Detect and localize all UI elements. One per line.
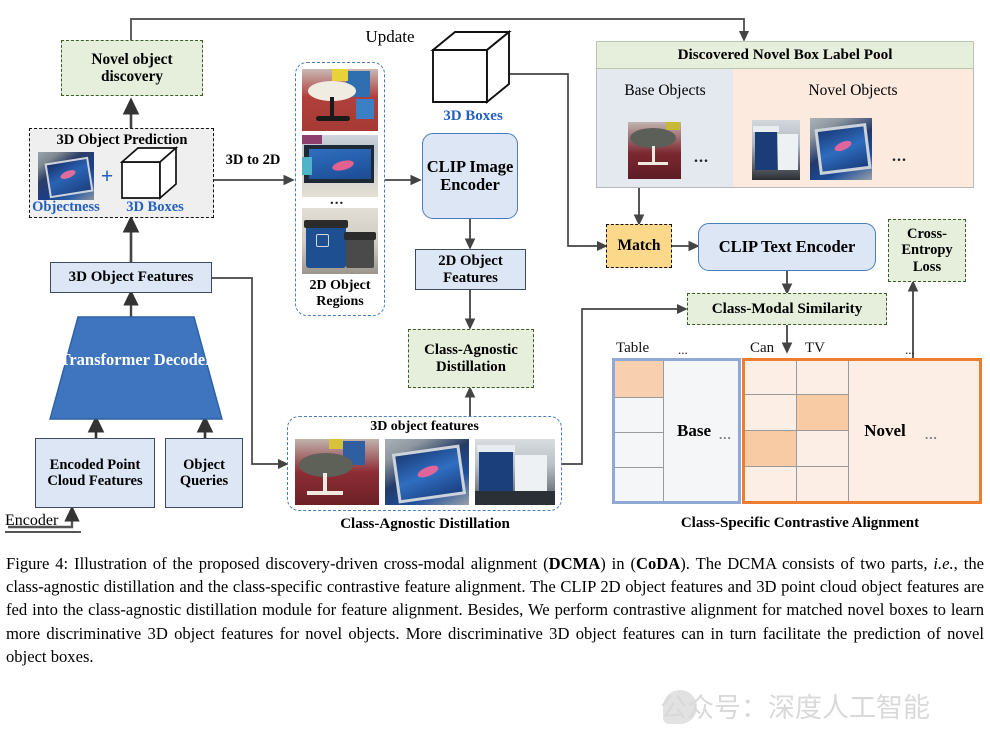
update-label: Update [365,27,415,47]
novel-matrix-label: Novel [864,421,906,441]
objectness-label: Objectness [32,198,100,215]
novel-matrix-cell-highlight-2 [745,430,796,466]
figure-diagram: Update Novel object discovery 3D Object … [0,0,990,545]
3d-boxes-cube-top [430,29,512,105]
3d-object-features-box[interactable]: 3D Object Features [50,262,212,293]
novel-matrix-gridline-v1 [796,361,797,501]
matrix-col-label-tv: TV [805,340,825,356]
novel-objects-ellipsis: ... [892,148,907,165]
region-image-table [302,69,378,131]
matrix-col-label-novel-ellipsis: ... [905,342,915,357]
base-matrix-cell-highlight [615,361,663,397]
class-agnostic-distillation-caption: Class-Agnostic Distillation [340,515,510,532]
matrix-col-label-table: Table [616,340,650,356]
feature-image-table [295,439,379,505]
class-specific-caption: Class-Specific Contrastive Alignment [680,514,920,531]
base-matrix-gridline-v [663,361,664,501]
objectness-pointcloud-image [38,152,94,200]
watermark-text: 公众号：深度人工智能 [660,693,930,724]
3d-box-cube-inner [119,146,179,200]
novel-matrix-gridline-h1 [745,394,848,395]
base-matrix-label: Base [677,421,711,441]
region-image-bin [302,208,378,274]
2d-object-features-box[interactable]: 2D Object Features [415,249,526,290]
object-queries-box[interactable]: Object Queries [165,438,243,508]
encoder-label: Encoder [5,511,81,533]
figure-caption: Figure 4: Illustration of the proposed d… [6,554,985,666]
3d-to-2d-label: 3D to 2D [225,151,281,168]
base-objects-label: Base Objects [624,82,706,100]
base-objects-ellipsis: ... [694,149,709,166]
3d-object-features-panel-title: 3D object features [370,419,479,435]
novel-matrix-ellipsis: ... [925,427,938,442]
2d-object-regions-label: 2D Object Regions [309,278,371,309]
novel-matrix-cell-highlight-1 [796,394,848,430]
base-object-image-table [628,122,681,179]
transformer-decoder-label: Transformer Decoder [59,349,213,369]
novel-objects-label: Novel Objects [808,82,898,100]
novel-object-image-monitor [810,118,872,180]
matrix-col-label-can: Can [750,340,775,356]
3d-boxes-label-inner: 3D Boxes [126,198,184,215]
encoded-point-cloud-features-box[interactable]: Encoded Point Cloud Features [35,438,155,508]
clip-text-encoder-box[interactable]: CLIP Text Encoder [698,223,876,271]
class-agnostic-distillation-box[interactable]: Class-Agnostic Distillation [408,329,534,388]
feature-image-monitor [385,439,469,505]
base-matrix-gridline-h2 [615,432,663,433]
novel-matrix-gridline-h3 [745,466,848,467]
watermark-logo-icon [663,690,697,724]
base-matrix-ellipsis: ... [719,427,732,442]
clip-image-encoder-box[interactable]: CLIP Image Encoder [422,133,518,219]
novel-matrix-gridline-v2 [848,361,849,501]
label-pool-title: Discovered Novel Box Label Pool [596,41,974,69]
prediction-plus-sign: + [100,162,114,188]
novel-object-discovery-box[interactable]: Novel object discovery [61,40,203,96]
novel-object-image-bin [752,120,800,180]
matrix-col-label-base-ellipsis: ... [678,342,688,357]
base-matrix-gridline-h1 [615,397,663,398]
region-image-monitor [302,135,378,197]
base-matrix-gridline-h3 [615,467,663,468]
3d-boxes-label-top: 3D Boxes [443,107,503,124]
feature-image-bin [475,439,555,505]
match-box[interactable]: Match [606,224,672,268]
novel-matrix-gridline-h2 [745,430,848,431]
class-modal-similarity-box[interactable]: Class-Modal Similarity [687,293,887,325]
regions-ellipsis: ... [330,192,345,208]
cross-entropy-loss-box[interactable]: Cross-Entropy Loss [888,219,966,282]
